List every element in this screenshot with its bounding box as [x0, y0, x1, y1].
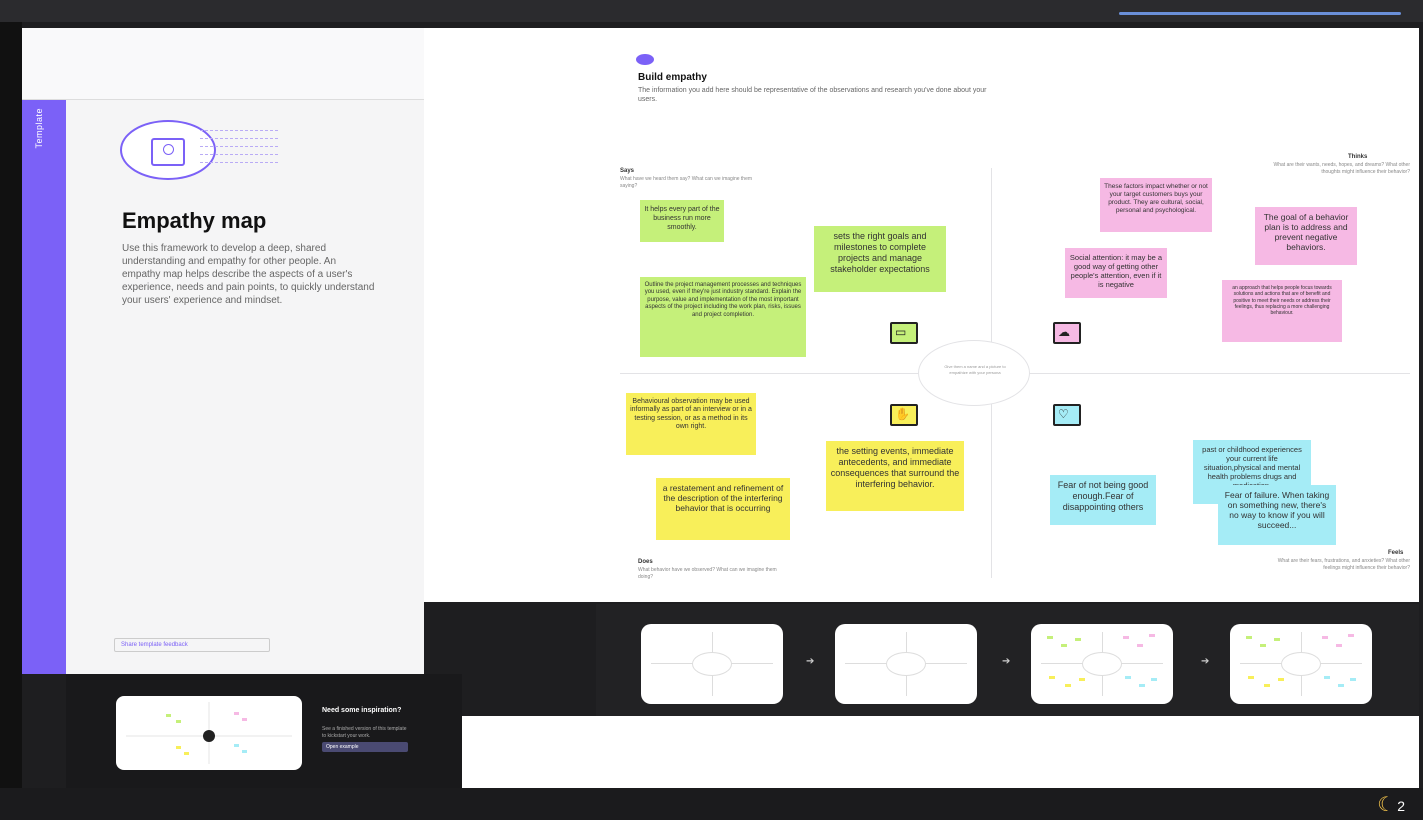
- template-rail: Template: [22, 100, 66, 674]
- left-edge: [0, 22, 22, 792]
- step-card-4[interactable]: [1230, 624, 1372, 704]
- template-description: Use this framework to develop a deep, sh…: [122, 243, 375, 306]
- sticky-note-says-3[interactable]: Outline the project management processes…: [640, 277, 806, 357]
- sticky-note-does-2[interactable]: the setting events, immediate antecedent…: [826, 441, 964, 511]
- step-card-3[interactable]: [1031, 624, 1173, 704]
- weather-widget[interactable]: ☾ 2: [1377, 792, 1405, 817]
- hand-icon: ✋: [890, 404, 918, 426]
- wave-decoration: [200, 130, 278, 180]
- heart-icon: ♡: [1053, 404, 1081, 426]
- step-card-2[interactable]: [835, 624, 977, 704]
- arrow-right-icon: ➔: [1201, 656, 1210, 667]
- inspiration-title: Need some inspiration?: [322, 707, 402, 714]
- window-top-bar: [0, 0, 1423, 22]
- sticky-note-feels-3[interactable]: Fear of failure. When taking on somethin…: [1218, 485, 1336, 545]
- arrow-right-icon: ➔: [806, 656, 815, 667]
- arrow-right-icon: ➔: [1002, 656, 1011, 667]
- example-thumbnail-art: [126, 702, 292, 764]
- thinks-label: Thinks: [1348, 154, 1368, 160]
- sticky-note-thinks-2[interactable]: The goal of a behavior plan is to addres…: [1255, 207, 1357, 265]
- thinks-subtitle: What are their wants, needs, hopes, and …: [1273, 162, 1410, 175]
- speech-bubble-icon: ▭: [890, 322, 918, 344]
- taskbar: [0, 788, 1423, 820]
- template-tag: Template: [34, 108, 44, 149]
- loading-progress-bar: [1119, 12, 1401, 15]
- section-description: The information you add here should be r…: [638, 87, 987, 103]
- feels-subtitle: What are their fears, frustrations, and …: [1277, 558, 1410, 571]
- sticky-note-does-3[interactable]: a restatement and refinement of the desc…: [656, 478, 790, 540]
- persona-card-icon: [151, 138, 185, 166]
- share-feedback-button[interactable]: Share template feedback: [114, 638, 270, 652]
- template-panel: [22, 28, 424, 674]
- does-subtitle: What behavior have we observed? What can…: [638, 567, 777, 580]
- sticky-note-does-1[interactable]: Behavioural observation may be used info…: [626, 393, 756, 455]
- sticky-note-says-1[interactable]: It helps every part of the business run …: [640, 200, 724, 242]
- inspiration-description: See a finished version of this template …: [322, 726, 407, 739]
- sticky-note-feels-2[interactable]: Fear of not being good enough.Fear of di…: [1050, 475, 1156, 525]
- step-card-1[interactable]: [641, 624, 783, 704]
- canvas-lower-area: [462, 716, 1419, 788]
- sticky-note-thinks-3[interactable]: Social attention: it may be a good way o…: [1065, 248, 1167, 298]
- sticky-note-says-2[interactable]: sets the right goals and milestones to c…: [814, 226, 946, 292]
- says-subtitle: What have we heard them say? What can we…: [620, 176, 753, 189]
- sticky-note-thinks-1[interactable]: These factors impact whether or not your…: [1100, 178, 1212, 232]
- sticky-note-thinks-4[interactable]: an approach that helps people focus towa…: [1222, 280, 1342, 342]
- says-label: Says: [620, 168, 635, 174]
- feels-label: Feels: [1388, 550, 1404, 556]
- weather-temperature: 2: [1397, 798, 1405, 814]
- weather-moon-cloud-icon: ☾: [1377, 794, 1396, 816]
- does-label: Does: [638, 559, 653, 565]
- section-title: Build empathy: [638, 72, 707, 83]
- thought-cloud-icon: ☁: [1053, 322, 1081, 344]
- example-thumbnail[interactable]: [116, 696, 302, 770]
- template-panel-header: [22, 28, 424, 100]
- step-badge-icon: [636, 54, 654, 65]
- template-title: Empathy map: [122, 208, 267, 233]
- persona-prompt: Give them a name and a picture to empath…: [944, 364, 1006, 375]
- open-example-button[interactable]: Open example: [322, 742, 408, 752]
